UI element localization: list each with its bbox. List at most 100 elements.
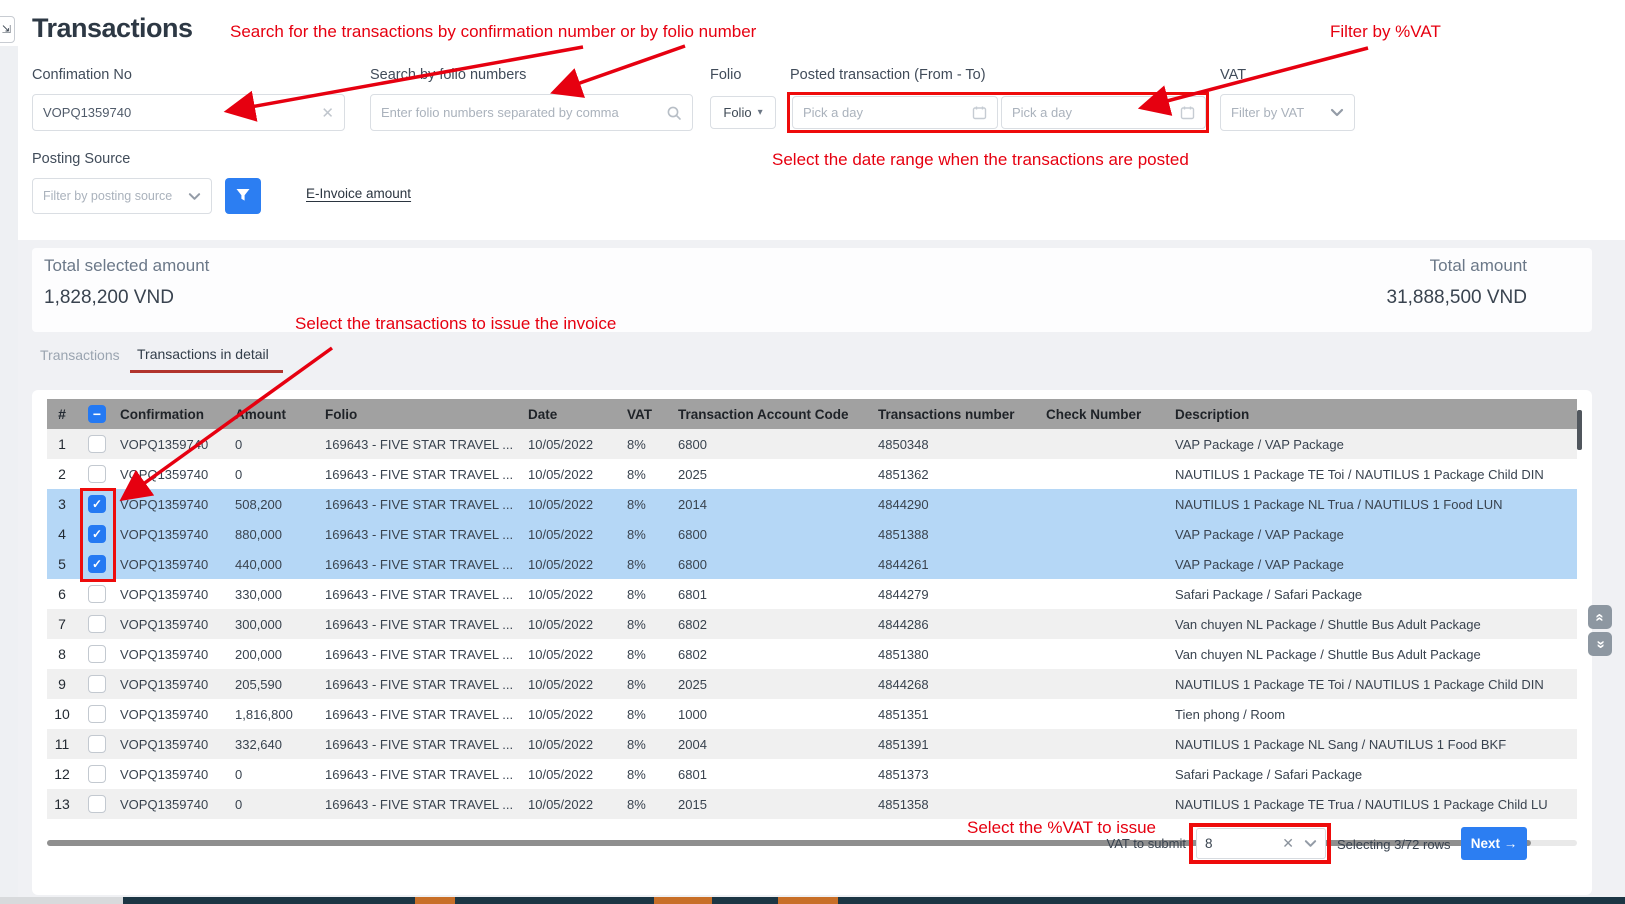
vat-filter-select[interactable]: Filter by VAT (1220, 94, 1355, 131)
cell-vat: 8% (627, 557, 678, 572)
double-chevron-down-icon: « (1592, 640, 1609, 648)
table-row[interactable]: 6VOPQ1359740330,000169643 - FIVE STAR TR… (47, 579, 1577, 609)
annotation-arrow (560, 46, 685, 90)
apply-filter-button[interactable] (225, 178, 261, 214)
cell-vat: 8% (627, 437, 678, 452)
cell-account-code: 2025 (678, 677, 878, 692)
col-transactions-number: Transactions number (878, 407, 1046, 422)
cell-description: NAUTILUS 1 Package TE Toi / NAUTILUS 1 P… (1175, 467, 1577, 482)
row-number: 5 (47, 556, 77, 572)
annotation-select-transactions-hint: Select the transactions to issue the inv… (295, 314, 616, 334)
tab-transactions-in-detail[interactable]: Transactions in detail (137, 346, 269, 362)
table-row[interactable]: 4✓VOPQ1359740880,000169643 - FIVE STAR T… (47, 519, 1577, 549)
cell-description: NAUTILUS 1 Package TE Toi / NAUTILUS 1 P… (1175, 677, 1577, 692)
scroll-to-bottom-button[interactable]: « (1588, 632, 1612, 656)
cell-folio: 169643 - FIVE STAR TRAVEL ... (325, 587, 528, 602)
total-amount-label: Total amount (1430, 256, 1527, 276)
taskbar-accent (654, 897, 712, 904)
clear-icon[interactable]: ✕ (321, 104, 334, 122)
table-row[interactable]: 11VOPQ1359740332,640169643 - FIVE STAR T… (47, 729, 1577, 759)
cell-folio: 169643 - FIVE STAR TRAVEL ... (325, 527, 528, 542)
cell-date: 10/05/2022 (528, 677, 627, 692)
row-checkbox[interactable] (88, 735, 106, 753)
cell-confirmation: VOPQ1359740 (120, 437, 235, 452)
table-row[interactable]: 5✓VOPQ1359740440,000169643 - FIVE STAR T… (47, 549, 1577, 579)
cell-amount: 300,000 (235, 617, 325, 632)
table-row[interactable]: 8VOPQ1359740200,000169643 - FIVE STAR TR… (47, 639, 1577, 669)
folio-search-placeholder: Enter folio numbers separated by comma (381, 105, 619, 120)
cell-confirmation: VOPQ1359740 (120, 587, 235, 602)
row-number: 11 (47, 736, 77, 752)
vat-filter-placeholder: Filter by VAT (1231, 105, 1304, 120)
cell-amount: 0 (235, 467, 325, 482)
posting-source-select[interactable]: Filter by posting source (32, 178, 212, 214)
taskbar-gray-segment (0, 897, 123, 904)
cell-vat: 8% (627, 617, 678, 632)
cell-transactions-number: 4844286 (878, 617, 1046, 632)
checkbox-cell (77, 585, 120, 603)
cell-account-code: 6800 (678, 437, 878, 452)
table-row[interactable]: 10VOPQ13597401,816,800169643 - FIVE STAR… (47, 699, 1577, 729)
col-vat: VAT (627, 407, 678, 422)
table-row[interactable]: 3✓VOPQ1359740508,200169643 - FIVE STAR T… (47, 489, 1577, 519)
table-row[interactable]: 7VOPQ1359740300,000169643 - FIVE STAR TR… (47, 609, 1577, 639)
cell-account-code: 6800 (678, 557, 878, 572)
cell-folio: 169643 - FIVE STAR TRAVEL ... (325, 707, 528, 722)
table-body: 1VOPQ13597400169643 - FIVE STAR TRAVEL .… (47, 429, 1577, 819)
cell-date: 10/05/2022 (528, 737, 627, 752)
select-all-checkbox[interactable]: − (88, 405, 106, 423)
folio-search-input[interactable]: Enter folio numbers separated by comma (370, 94, 693, 131)
cell-vat: 8% (627, 467, 678, 482)
cell-confirmation: VOPQ1359740 (120, 527, 235, 542)
cell-vat: 8% (627, 707, 678, 722)
row-checkbox[interactable] (88, 675, 106, 693)
col-description: Description (1175, 407, 1577, 422)
row-checkbox[interactable] (88, 645, 106, 663)
cell-account-code: 2004 (678, 737, 878, 752)
annotation-box-date-range (787, 92, 1209, 133)
row-checkbox[interactable] (88, 435, 106, 453)
taskbar-accent (778, 897, 838, 904)
row-number: 7 (47, 616, 77, 632)
einvoice-amount-link[interactable]: E-Invoice amount (306, 186, 411, 201)
row-checkbox[interactable] (88, 765, 106, 783)
cell-vat: 8% (627, 497, 678, 512)
taskbar-accent (415, 897, 455, 904)
row-checkbox[interactable] (88, 465, 106, 483)
restore-window-button[interactable]: ⇲ (0, 16, 15, 43)
scroll-to-top-button[interactable]: « (1588, 605, 1612, 629)
cell-folio: 169643 - FIVE STAR TRAVEL ... (325, 737, 528, 752)
next-button[interactable]: Next → (1461, 827, 1527, 860)
cell-account-code: 6801 (678, 587, 878, 602)
row-checkbox[interactable] (88, 615, 106, 633)
cell-confirmation: VOPQ1359740 (120, 707, 235, 722)
vertical-scrollbar-thumb[interactable] (1577, 410, 1582, 450)
posting-source-label: Posting Source (32, 151, 130, 167)
annotation-box-vat-select (1189, 823, 1331, 864)
checkbox-cell (77, 735, 120, 753)
col-check-number: Check Number (1046, 407, 1175, 422)
row-checkbox[interactable] (88, 795, 106, 813)
vat-to-submit-label: VAT to submit (1060, 836, 1186, 851)
confirmation-input[interactable]: VOPQ1359740 ✕ (32, 94, 345, 131)
indeterminate-icon: − (93, 407, 101, 421)
row-number: 3 (47, 496, 77, 512)
folio-dropdown[interactable]: Folio ▾ (710, 96, 776, 129)
cell-account-code: 6802 (678, 617, 878, 632)
cell-amount: 332,640 (235, 737, 325, 752)
cell-confirmation: VOPQ1359740 (120, 497, 235, 512)
cell-folio: 169643 - FIVE STAR TRAVEL ... (325, 647, 528, 662)
cell-vat: 8% (627, 587, 678, 602)
row-checkbox[interactable] (88, 705, 106, 723)
cell-date: 10/05/2022 (528, 797, 627, 812)
tab-transactions[interactable]: Transactions (40, 347, 120, 363)
cell-description: Safari Package / Safari Package (1175, 767, 1577, 782)
row-checkbox[interactable] (88, 585, 106, 603)
table-row[interactable]: 2VOPQ13597400169643 - FIVE STAR TRAVEL .… (47, 459, 1577, 489)
table-row[interactable]: 12VOPQ13597400169643 - FIVE STAR TRAVEL … (47, 759, 1577, 789)
cell-amount: 1,816,800 (235, 707, 325, 722)
table-row[interactable]: 9VOPQ1359740205,590169643 - FIVE STAR TR… (47, 669, 1577, 699)
table-row[interactable]: 1VOPQ13597400169643 - FIVE STAR TRAVEL .… (47, 429, 1577, 459)
table-row[interactable]: 13VOPQ13597400169643 - FIVE STAR TRAVEL … (47, 789, 1577, 819)
cell-date: 10/05/2022 (528, 587, 627, 602)
